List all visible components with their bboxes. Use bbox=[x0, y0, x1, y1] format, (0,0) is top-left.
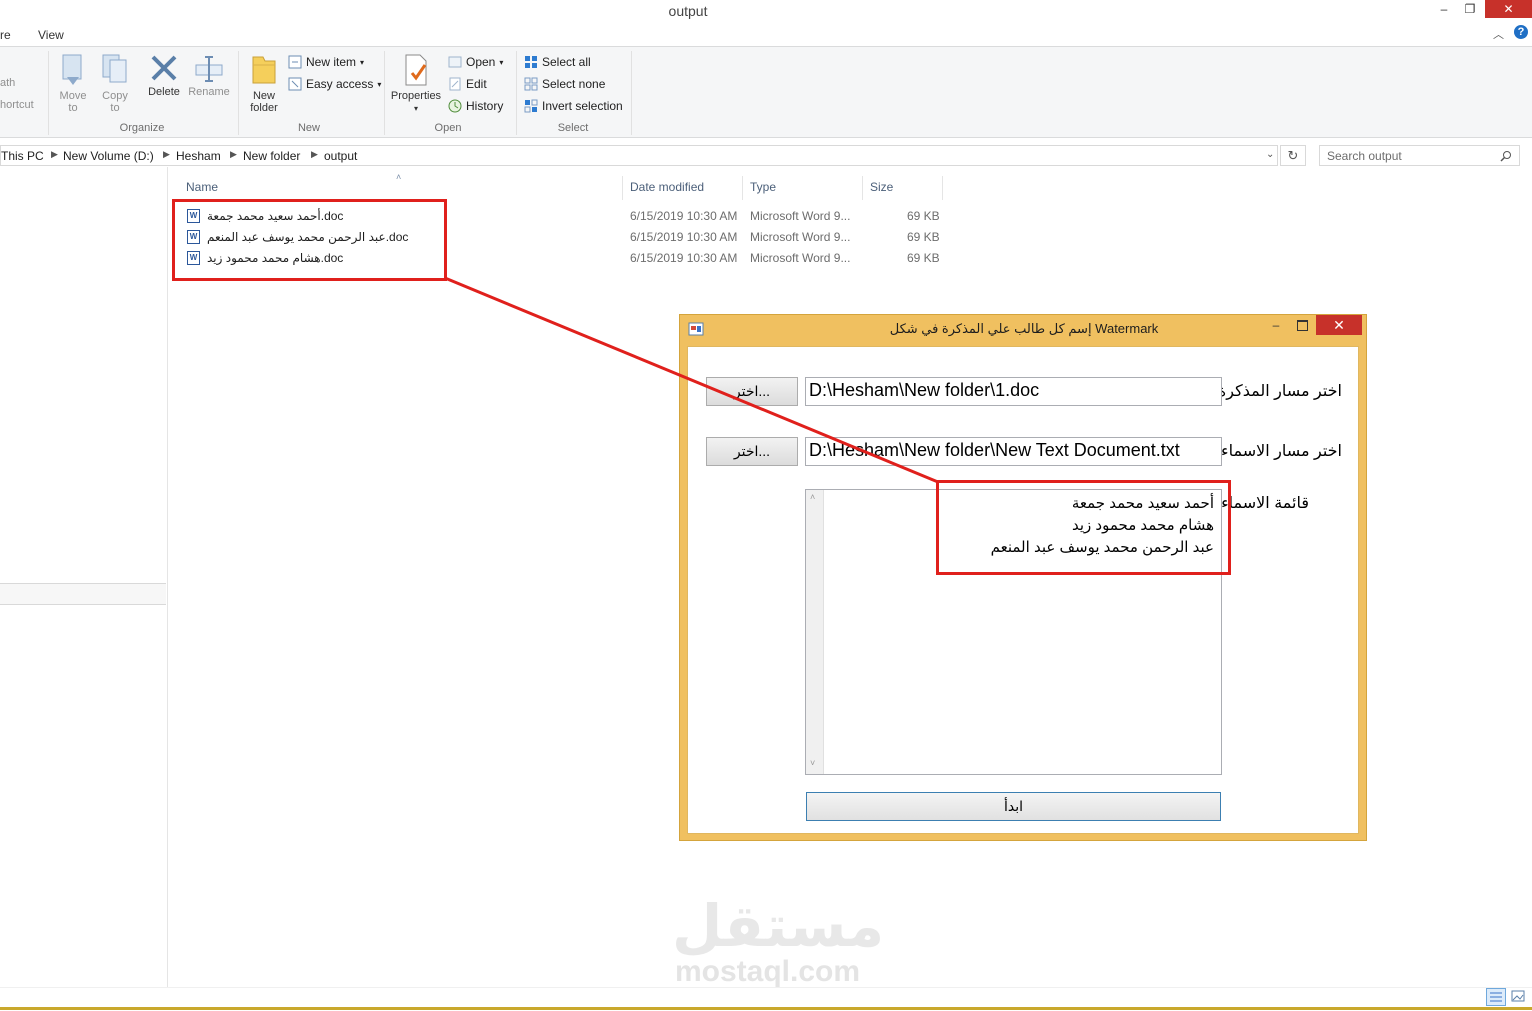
large-icons-view-button[interactable] bbox=[1509, 988, 1529, 1006]
details-view-button[interactable] bbox=[1486, 988, 1506, 1006]
annotation-connector bbox=[444, 276, 939, 484]
details-view-icon bbox=[1490, 992, 1502, 1002]
large-icons-view-icon bbox=[1511, 990, 1525, 1002]
